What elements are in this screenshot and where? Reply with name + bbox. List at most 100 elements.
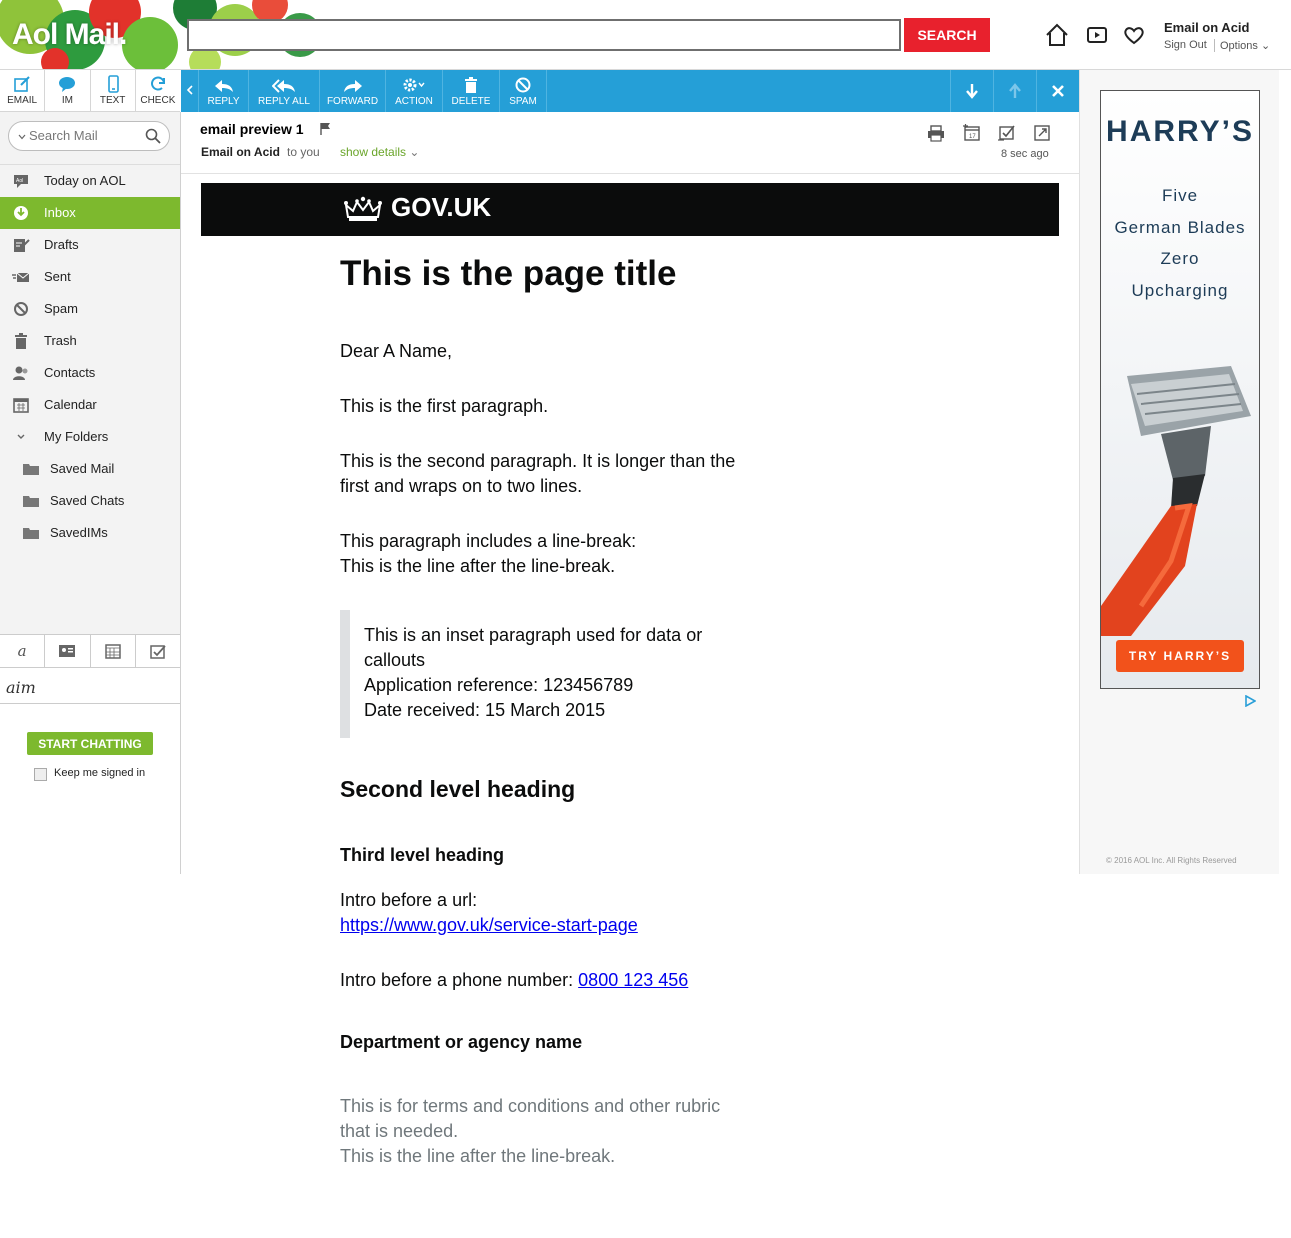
ad-line-4: Upcharging: [1131, 281, 1229, 300]
sign-out-link[interactable]: Sign Out: [1164, 39, 1207, 51]
task-check-icon: [150, 644, 166, 659]
ad-brand: HARRY’S: [1106, 115, 1254, 148]
flag-icon[interactable]: [319, 122, 331, 136]
im-label: IM: [61, 95, 73, 106]
message-sender[interactable]: Email on Acid: [201, 145, 280, 159]
message-toolbar: REPLY REPLY ALL FORWARD ACTION DELETE SP…: [181, 70, 1079, 112]
im-button[interactable]: IM: [45, 70, 91, 111]
text-button[interactable]: TEXT: [91, 70, 136, 111]
spam-button[interactable]: SPAM: [500, 70, 547, 112]
ad-panel: HARRY’S Five German Blades Zero Upchargi…: [1079, 70, 1279, 874]
paragraph-3-line-2: This is the line after the line-break.: [340, 556, 616, 576]
next-message-button[interactable]: [950, 70, 993, 112]
folder-calendar[interactable]: Calendar: [0, 389, 180, 421]
folder-label: Sent: [44, 269, 71, 284]
try-harrys-button[interactable]: TRY HARRY’S: [1116, 640, 1244, 672]
add-task-icon[interactable]: [997, 124, 1017, 142]
ad-line-2: German Blades: [1114, 218, 1246, 237]
video-icon[interactable]: [1084, 22, 1110, 48]
reply-all-icon: [272, 79, 295, 93]
tab-tasks[interactable]: [136, 635, 180, 667]
folder-spam[interactable]: Spam: [0, 293, 180, 325]
close-message-button[interactable]: [1036, 70, 1079, 112]
forward-button[interactable]: FORWARD: [320, 70, 386, 112]
email-compose-label: EMAIL: [7, 95, 38, 106]
search-input[interactable]: [189, 21, 899, 49]
keep-signed-in-checkbox[interactable]: [34, 768, 47, 781]
options-label: Options: [1220, 40, 1258, 52]
arrow-up-icon: [1009, 83, 1021, 98]
tab-calendar[interactable]: [91, 635, 136, 667]
reply-label: REPLY: [207, 96, 240, 107]
aol-mail-logo[interactable]: Aol Mail.: [12, 18, 127, 52]
phone-intro: Intro before a phone number:: [340, 970, 579, 990]
start-chatting-button[interactable]: START CHATTING: [27, 732, 153, 755]
rubric-line-3: This is the line after the line-break.: [340, 1146, 616, 1166]
reply-all-button[interactable]: REPLY ALL: [249, 70, 320, 112]
folder-label: Trash: [44, 333, 77, 348]
home-icon[interactable]: [1044, 22, 1070, 48]
phone-link[interactable]: 0800 123 456: [578, 970, 688, 990]
second-level-heading: Second level heading: [340, 776, 576, 802]
folder-label: Saved Chats: [50, 493, 125, 508]
chevron-down-icon: ⌄: [409, 145, 420, 159]
calendar-icon: [104, 643, 121, 659]
ad-banner[interactable]: HARRY’S Five German Blades Zero Upchargi…: [1100, 90, 1260, 689]
folder-drafts[interactable]: Drafts: [0, 229, 180, 261]
folder-saved-chats[interactable]: Saved Chats: [0, 485, 180, 517]
paragraph-1: This is the first paragraph.: [340, 396, 549, 416]
delete-button[interactable]: DELETE: [443, 70, 500, 112]
url-intro: Intro before a url:: [340, 890, 478, 910]
search-icon[interactable]: [145, 128, 161, 144]
message-header: email preview 1 Email on Acid to you sho…: [181, 112, 1079, 174]
check-mail-button[interactable]: CHECK: [136, 70, 180, 111]
folder-today-on-aol[interactable]: Aol Today on AOL: [0, 165, 180, 197]
collapse-sidebar-button[interactable]: [181, 70, 199, 112]
contact-card-icon: [59, 645, 76, 657]
refresh-icon: [150, 76, 165, 91]
folder-inbox[interactable]: Inbox: [0, 197, 180, 229]
calendar-icon: [13, 398, 29, 413]
heart-icon[interactable]: [1121, 22, 1147, 48]
previous-message-button[interactable]: [993, 70, 1036, 112]
folder-contacts[interactable]: Contacts: [0, 357, 180, 389]
folder-saved-mail[interactable]: Saved Mail: [0, 453, 180, 485]
check-mail-label: CHECK: [140, 95, 176, 106]
chevron-down-icon: ⌄: [1260, 40, 1271, 52]
reply-button[interactable]: REPLY: [199, 70, 249, 112]
search-button[interactable]: SEARCH: [904, 18, 990, 52]
show-details-link[interactable]: show details ⌄: [340, 145, 419, 159]
forward-icon: [343, 80, 362, 92]
add-to-calendar-icon[interactable]: 17: [962, 124, 982, 142]
divider: [0, 703, 180, 704]
folder-label: Drafts: [44, 237, 79, 252]
svg-text:Aol: Aol: [16, 178, 23, 184]
service-start-link[interactable]: https://www.gov.uk/service-start-page: [340, 915, 638, 935]
gov-uk-logo[interactable]: GOV.UK: [391, 192, 491, 223]
third-level-heading: Third level heading: [340, 845, 505, 865]
aim-a-icon: a: [17, 642, 27, 660]
print-icon[interactable]: [926, 124, 946, 142]
message-recipient: to you: [287, 145, 320, 159]
expand-icon[interactable]: [1032, 124, 1052, 142]
aol-icon: Aol: [14, 175, 28, 188]
action-button[interactable]: ACTION: [386, 70, 443, 112]
my-folders-toggle[interactable]: My Folders: [0, 421, 180, 453]
options-menu[interactable]: Options ⌄: [1214, 39, 1270, 52]
folder-sent[interactable]: Sent: [0, 261, 180, 293]
sidebar: Search Mail Aol Today on AOL Inbox Draft…: [0, 112, 181, 986]
chevron-down-icon: [17, 434, 25, 439]
tab-contacts[interactable]: [45, 635, 91, 667]
folder-trash[interactable]: Trash: [0, 325, 180, 357]
email-compose-button[interactable]: EMAIL: [0, 70, 46, 111]
rubric-line-1: This is for terms and conditions and oth…: [340, 1096, 721, 1116]
search-box[interactable]: [187, 19, 901, 51]
tab-aim[interactable]: a: [0, 635, 46, 667]
ad-choices-icon[interactable]: [1244, 695, 1256, 707]
rubric-line-2: that is needed.: [340, 1121, 459, 1141]
gear-icon: [403, 78, 425, 92]
arrow-down-icon: [966, 84, 978, 99]
show-details-label: show details: [340, 145, 407, 159]
folder-label: Inbox: [44, 205, 76, 220]
folder-saved-ims[interactable]: SavedIMs: [0, 517, 180, 549]
